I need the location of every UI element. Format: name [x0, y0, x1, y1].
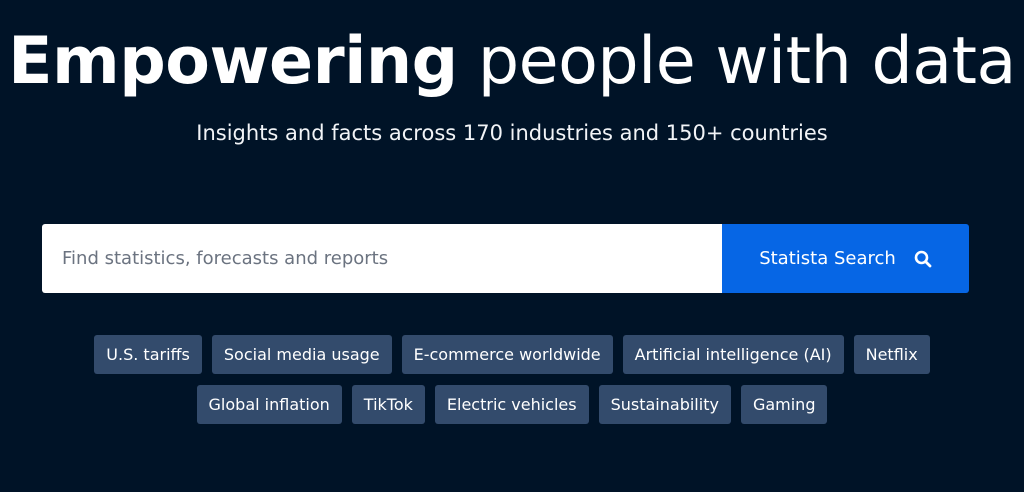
- tag-gaming[interactable]: Gaming: [740, 385, 828, 424]
- tag-e-commerce-worldwide[interactable]: E-commerce worldwide: [401, 335, 613, 374]
- tag-netflix[interactable]: Netflix: [853, 335, 930, 374]
- headline-strong: Empowering: [8, 24, 458, 99]
- tag-electric-vehicles[interactable]: Electric vehicles: [434, 385, 589, 424]
- tag-social-media-usage[interactable]: Social media usage: [211, 335, 392, 374]
- search-button-label: Statista Search: [759, 248, 896, 269]
- headline-light: people with data: [477, 24, 1016, 99]
- tag-us-tariffs[interactable]: U.S. tariffs: [94, 335, 202, 374]
- popular-tags-row-1: U.S. tariffs Social media usage E-commer…: [0, 335, 1024, 374]
- page-subtitle: Insights and facts across 170 industries…: [196, 121, 828, 145]
- popular-tags-row-2: Global inflation TikTok Electric vehicle…: [0, 385, 1024, 424]
- hero-section: Empowering people with data Insights and…: [0, 0, 1024, 492]
- tag-global-inflation[interactable]: Global inflation: [196, 385, 342, 424]
- search-bar: Statista Search: [42, 224, 969, 293]
- search-input[interactable]: [42, 224, 722, 293]
- tag-artificial-intelligence[interactable]: Artificial intelligence (AI): [622, 335, 844, 374]
- page-title: Empowering people with data: [0, 20, 1024, 104]
- search-icon: [914, 250, 932, 268]
- search-button[interactable]: Statista Search: [722, 224, 969, 293]
- tag-tiktok[interactable]: TikTok: [351, 385, 425, 424]
- tag-sustainability[interactable]: Sustainability: [598, 385, 731, 424]
